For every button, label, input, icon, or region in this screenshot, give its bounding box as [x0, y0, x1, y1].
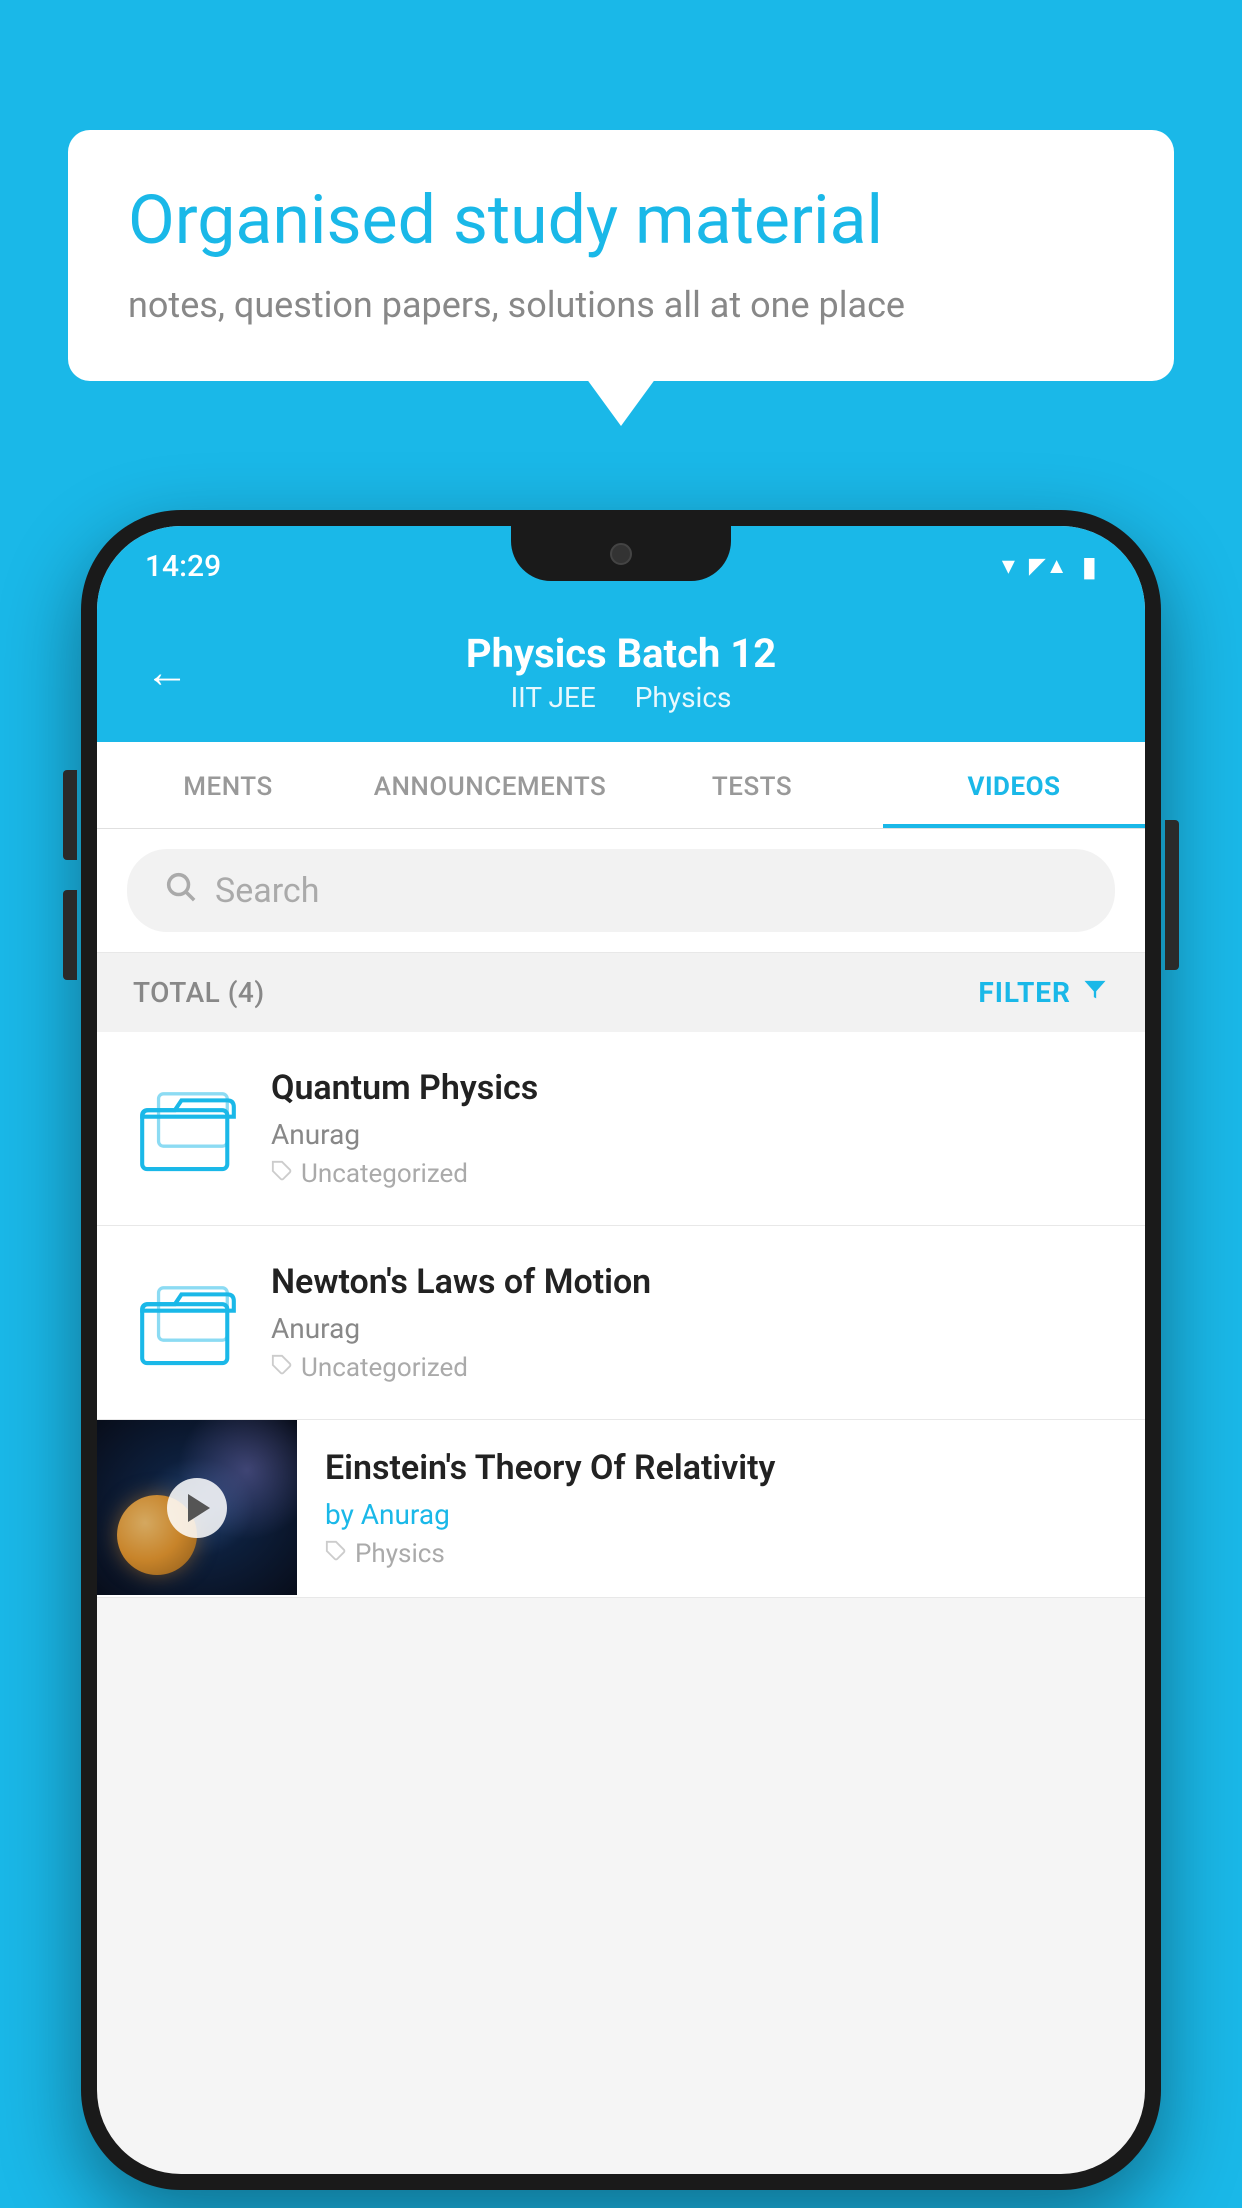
- bubble-title: Organised study material: [128, 180, 1114, 262]
- video-title: Quantum Physics: [271, 1068, 1109, 1108]
- notch: [511, 526, 731, 581]
- folder-icon: [138, 1084, 238, 1174]
- status-time: 14:29: [145, 549, 221, 584]
- header-title: Physics Batch 12: [466, 630, 776, 677]
- header-center: Physics Batch 12 IIT JEE Physics: [466, 630, 776, 714]
- phone-outer: 14:29 ▾ ◤▲ ▮ ← Physics Batch 12 IIT JEE: [81, 510, 1161, 2190]
- video-info: Einstein's Theory Of Relativity by Anura…: [297, 1420, 1145, 1597]
- total-label: TOTAL (4): [133, 976, 265, 1009]
- tab-tests[interactable]: TESTS: [621, 742, 883, 828]
- video-author: Anurag: [271, 1118, 1109, 1151]
- filter-button[interactable]: FILTER: [978, 975, 1109, 1010]
- play-button[interactable]: [167, 1478, 227, 1538]
- filter-label: FILTER: [978, 976, 1071, 1009]
- by-prefix: by: [325, 1498, 361, 1531]
- status-icons: ▾ ◤▲ ▮: [1002, 550, 1097, 583]
- author-name: Anurag: [361, 1498, 450, 1531]
- video-tag: Uncategorized: [271, 1159, 1109, 1189]
- search-bar-container: Search: [97, 829, 1145, 953]
- search-input-wrap[interactable]: Search: [127, 849, 1115, 932]
- header-subtitle-part1: IIT JEE: [511, 681, 596, 714]
- video-author: Anurag: [271, 1312, 1109, 1345]
- filter-icon: [1081, 975, 1109, 1010]
- tag-icon: [325, 1539, 347, 1569]
- tab-announcements[interactable]: ANNOUNCEMENTS: [359, 742, 621, 828]
- tag-icon: [271, 1353, 293, 1383]
- header-subtitle: IIT JEE Physics: [466, 681, 776, 714]
- list-item[interactable]: Einstein's Theory Of Relativity by Anura…: [97, 1420, 1145, 1598]
- video-tag: Uncategorized: [271, 1353, 1109, 1383]
- search-icon: [163, 869, 197, 912]
- tag-label: Uncategorized: [301, 1353, 468, 1383]
- speech-bubble-area: Organised study material notes, question…: [68, 130, 1174, 381]
- phone-mockup: 14:29 ▾ ◤▲ ▮ ← Physics Batch 12 IIT JEE: [81, 510, 1161, 2190]
- play-icon: [188, 1494, 210, 1522]
- search-placeholder: Search: [215, 871, 319, 911]
- bubble-subtitle: notes, question papers, solutions all at…: [128, 284, 1114, 326]
- wifi-icon: ▾: [1002, 551, 1015, 581]
- list-item[interactable]: Newton's Laws of Motion Anurag Uncategor…: [97, 1226, 1145, 1420]
- filter-bar: TOTAL (4) FILTER: [97, 953, 1145, 1032]
- tag-icon: [271, 1159, 293, 1189]
- status-bar: 14:29 ▾ ◤▲ ▮: [97, 526, 1145, 606]
- tab-bar: MENTS ANNOUNCEMENTS TESTS VIDEOS: [97, 742, 1145, 829]
- header-subtitle-part2: Physics: [635, 681, 732, 714]
- volume-up-button: [63, 770, 77, 860]
- tab-ments[interactable]: MENTS: [97, 742, 359, 828]
- battery-icon: ▮: [1082, 550, 1097, 583]
- video-info: Newton's Laws of Motion Anurag Uncategor…: [271, 1262, 1109, 1383]
- power-button: [1165, 820, 1179, 970]
- video-tag: Physics: [325, 1539, 1117, 1569]
- video-thumbnail: [97, 1420, 297, 1595]
- video-title: Einstein's Theory Of Relativity: [325, 1448, 1117, 1488]
- list-item[interactable]: Quantum Physics Anurag Uncategorized: [97, 1032, 1145, 1226]
- app-header: ← Physics Batch 12 IIT JEE Physics: [97, 606, 1145, 742]
- back-button[interactable]: ←: [145, 646, 189, 698]
- camera: [610, 543, 632, 565]
- speech-bubble: Organised study material notes, question…: [68, 130, 1174, 381]
- video-info: Quantum Physics Anurag Uncategorized: [271, 1068, 1109, 1189]
- phone-screen: 14:29 ▾ ◤▲ ▮ ← Physics Batch 12 IIT JEE: [97, 526, 1145, 2174]
- folder-icon-container: [133, 1268, 243, 1378]
- content-area: Quantum Physics Anurag Uncategorized: [97, 1032, 1145, 1598]
- folder-icon: [138, 1278, 238, 1368]
- tag-label: Uncategorized: [301, 1159, 468, 1189]
- tag-label: Physics: [355, 1539, 445, 1569]
- volume-down-button: [63, 890, 77, 980]
- signal-icon: ◤▲: [1029, 553, 1068, 579]
- tab-videos[interactable]: VIDEOS: [883, 742, 1145, 828]
- video-author: by Anurag: [325, 1498, 1117, 1531]
- video-title: Newton's Laws of Motion: [271, 1262, 1109, 1302]
- folder-icon-container: [133, 1074, 243, 1184]
